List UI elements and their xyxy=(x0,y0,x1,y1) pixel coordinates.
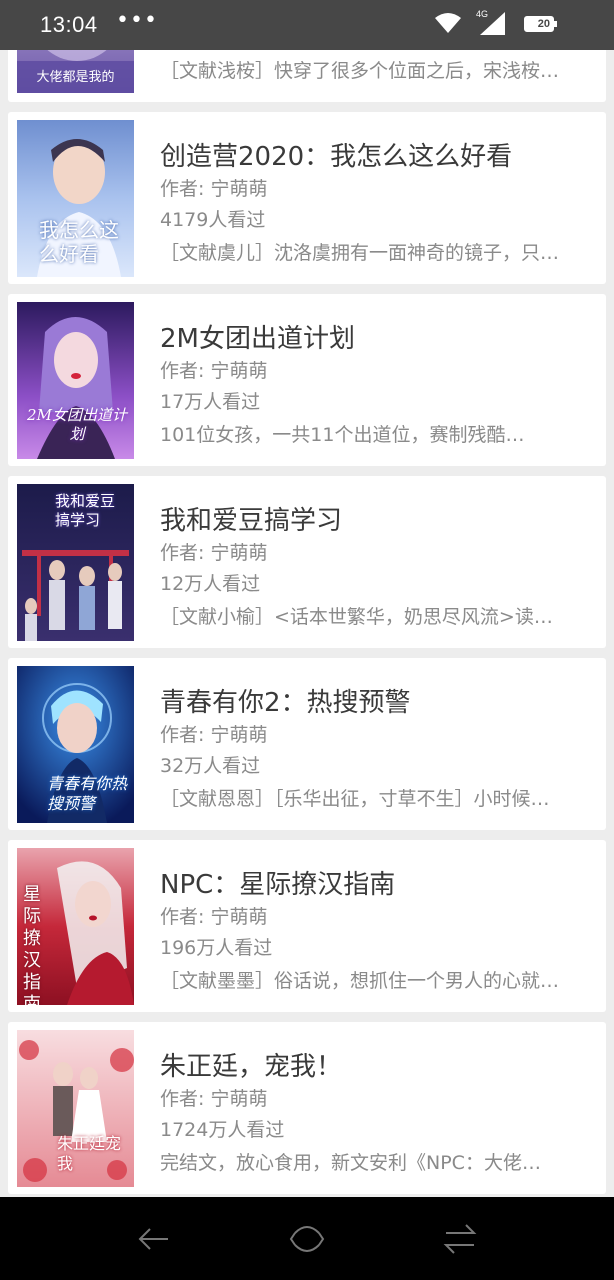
book-description: 101位女孩，一共11个出道位，赛制残酷… xyxy=(160,424,525,446)
book-views: 1724万人看过 xyxy=(160,1119,285,1141)
notification-dots-icon: ••• xyxy=(116,8,158,33)
book-cover: 朱正廷宠我 xyxy=(17,1030,134,1187)
book-cover-text: 大佬都是我的 xyxy=(36,70,115,85)
book-description: ［文献浅桉］快穿了很多个位面之后，宋浅桉… xyxy=(160,60,560,82)
book-title: NPC：星际撩汉指南 xyxy=(160,870,396,900)
book-title: 青春有你2：热搜预警 xyxy=(160,688,411,718)
book-title: 2M女团出道计划 xyxy=(160,324,355,354)
book-cover: 2M女团出道计划 xyxy=(17,302,134,459)
book-cover-text: 朱正廷宠我 xyxy=(57,1134,122,1173)
book-cover: 我怎么这么好看 xyxy=(17,120,134,277)
book-author: 作者: 宁萌萌 xyxy=(160,1088,268,1110)
book-author: 作者: 宁萌萌 xyxy=(160,360,268,382)
book-views: 32万人看过 xyxy=(160,755,261,777)
book-cover-text: 我和爱豆搞学习 xyxy=(55,492,116,529)
battery-icon: 20 xyxy=(524,16,557,32)
book-description: ［文献小榆］<话本世繁华，奶思尽风流>读… xyxy=(160,606,553,628)
book-views: 4179人看过 xyxy=(160,209,266,231)
book-cover: 星际撩汉指南 xyxy=(17,848,134,1005)
wifi-icon xyxy=(435,13,461,33)
book-card[interactable]: 朱正廷宠我 朱正廷，宠我！ 作者: 宁萌萌 1724万人看过 完结文，放心食用，… xyxy=(8,1022,606,1194)
book-views: 196万人看过 xyxy=(160,937,273,959)
status-time: 13:04 xyxy=(40,12,98,37)
book-cover-text: 星际撩汉指南 xyxy=(23,884,41,1005)
back-button[interactable] xyxy=(134,1219,174,1259)
book-author: 作者: 宁萌萌 xyxy=(160,724,268,746)
book-author: 作者: 宁萌萌 xyxy=(160,178,268,200)
book-views: 17万人看过 xyxy=(160,391,261,413)
recent-apps-button[interactable] xyxy=(440,1219,480,1259)
status-bar: 13:04 ••• 4G 20 xyxy=(0,0,614,50)
book-description: ［文献墨墨］俗话说，想抓住一个男人的心就… xyxy=(160,970,560,992)
book-cover-text: 青春有你热搜预警 xyxy=(47,774,128,813)
book-author: 作者: 宁萌萌 xyxy=(160,542,268,564)
book-card[interactable]: 星际撩汉指南 NPC：星际撩汉指南 作者: 宁萌萌 196万人看过 ［文献墨墨］… xyxy=(8,840,606,1012)
book-description: 完结文，放心食用，新文安利《NPC：大佬… xyxy=(160,1152,541,1174)
book-title: 创造营2020：我怎么这么好看 xyxy=(160,142,513,172)
book-cover: 我和爱豆搞学习 xyxy=(17,484,134,641)
book-title: 朱正廷，宠我！ xyxy=(160,1052,343,1082)
signal-icon: 4G xyxy=(476,9,506,36)
book-description: ［文献恩恩］［乐华出征，寸草不生］小时候… xyxy=(160,788,550,810)
book-author: 作者: 宁萌萌 xyxy=(160,906,268,928)
book-card[interactable]: 我怎么这么好看 创造营2020：我怎么这么好看 作者: 宁萌萌 4179人看过 … xyxy=(8,112,606,284)
book-description: ［文献虞儿］沈洛虞拥有一面神奇的镜子，只… xyxy=(160,242,560,264)
book-cover-text: 我怎么这么好看 xyxy=(39,218,119,266)
home-icon xyxy=(289,1226,325,1252)
recent-apps-icon xyxy=(443,1224,477,1254)
navigation-bar xyxy=(0,1197,614,1280)
book-cover: 青春有你热搜预警 xyxy=(17,666,134,823)
status-icons: 4G 20 xyxy=(434,9,594,40)
back-icon xyxy=(138,1228,168,1250)
home-button[interactable] xyxy=(287,1219,327,1259)
book-card[interactable]: 青春有你热搜预警 青春有你2：热搜预警 作者: 宁萌萌 32万人看过 ［文献恩恩… xyxy=(8,658,606,830)
book-cover-text: 2M女团出道计划 xyxy=(27,406,127,443)
book-card[interactable]: 2M女团出道计划 2M女团出道计划 作者: 宁萌萌 17万人看过 101位女孩，… xyxy=(8,294,606,466)
book-views: 12万人看过 xyxy=(160,573,261,595)
book-card[interactable]: 我和爱豆搞学习 我和爱豆搞学习 作者: 宁萌萌 12万人看过 ［文献小榆］<话本… xyxy=(8,476,606,648)
book-title: 我和爱豆搞学习 xyxy=(160,506,343,536)
